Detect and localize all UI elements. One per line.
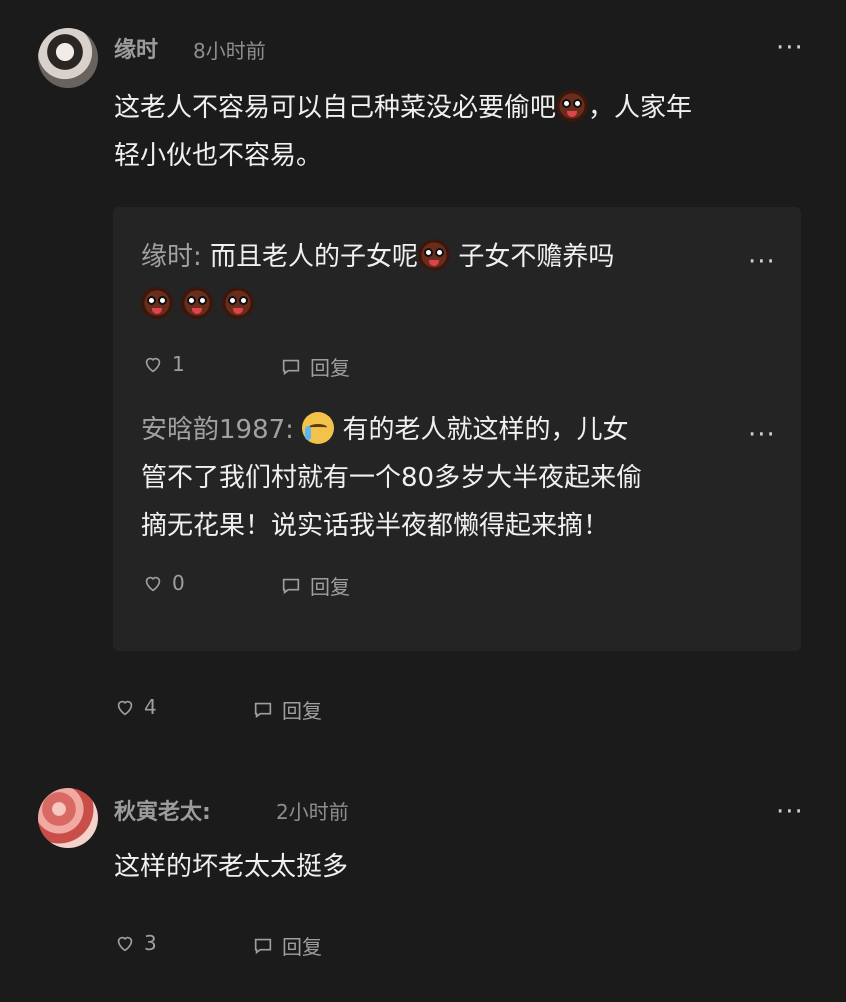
comment-username[interactable]: 秋寅老太: <box>114 794 211 826</box>
comment-text: 这样的坏老太太挺多 <box>114 852 349 882</box>
reply-text-part: 有的老人就这样的，儿女 <box>342 415 629 445</box>
more-options-button[interactable]: ··· <box>776 33 804 63</box>
comment-text-part: 这老人不容易可以自己种菜没必要偷吧 <box>114 93 557 123</box>
heart-icon <box>117 936 133 952</box>
reply-username[interactable]: 安晗韵1987: <box>141 415 294 445</box>
comment-text-part: ，人家年 <box>588 93 693 123</box>
avatar[interactable] <box>38 788 98 848</box>
blushing-face-emoji-icon <box>181 287 214 319</box>
reply-username[interactable]: 缘时: <box>141 242 202 272</box>
crying-face-emoji-icon <box>302 412 335 444</box>
like-count: 3 <box>144 931 157 955</box>
comment-username[interactable]: 缘时 <box>114 32 158 64</box>
comment-icon <box>254 702 272 718</box>
blushing-face-emoji-icon <box>418 239 451 271</box>
reply-button[interactable]: 回复 <box>252 931 322 960</box>
comment-text-part: 轻小伙也不容易。 <box>114 141 323 171</box>
reply-text: 安晗韵1987: 有的老人就这样的，儿女 管不了我们村就有一个80多岁大半夜起来… <box>141 406 741 550</box>
reply-text-part: 而且老人的子女呢 <box>210 242 419 272</box>
like-count: 0 <box>172 571 185 595</box>
more-options-button[interactable]: ··· <box>748 420 776 450</box>
reply-text-part: 管不了我们村就有一个80多岁大半夜起来偷 <box>141 463 643 493</box>
reply-text-part: 摘无花果！说实话我半夜都懒得起来摘！ <box>141 511 610 541</box>
blushing-face-emoji-icon <box>141 287 173 319</box>
comment-icon <box>282 359 300 375</box>
like-count: 4 <box>144 695 157 719</box>
reply-label: 回复 <box>310 356 350 380</box>
like-button[interactable]: 0 <box>142 571 185 595</box>
like-button[interactable]: 1 <box>142 352 185 376</box>
reply-text: 缘时: 而且老人的子女呢 子女不赡养吗 <box>141 233 741 329</box>
blushing-face-emoji-icon <box>221 287 254 319</box>
comment-icon <box>254 938 272 954</box>
reply-button[interactable]: 回复 <box>280 571 350 600</box>
comment-timestamp: 8小时前 <box>193 39 266 63</box>
like-button[interactable]: 3 <box>114 931 157 955</box>
more-options-button[interactable]: ··· <box>776 797 804 827</box>
like-count: 1 <box>172 352 185 376</box>
comment-timestamp: 2小时前 <box>276 800 349 824</box>
reply-label: 回复 <box>310 575 350 599</box>
more-options-button[interactable]: ··· <box>748 247 776 277</box>
reply-label: 回复 <box>282 699 322 723</box>
heart-icon <box>117 700 133 716</box>
reply-button[interactable]: 回复 <box>280 352 350 381</box>
reply-text-part: 子女不赡养吗 <box>458 242 615 272</box>
reply-label: 回复 <box>282 935 322 959</box>
comment-text: 这老人不容易可以自己种菜没必要偷吧 ，人家年 轻小伙也不容易。 <box>114 84 814 180</box>
avatar[interactable] <box>38 28 98 88</box>
comment-icon <box>282 578 300 594</box>
blushing-face-emoji-icon <box>556 90 589 122</box>
heart-icon <box>145 357 161 373</box>
heart-icon <box>145 576 161 592</box>
like-button[interactable]: 4 <box>114 695 157 719</box>
reply-button[interactable]: 回复 <box>252 695 322 724</box>
